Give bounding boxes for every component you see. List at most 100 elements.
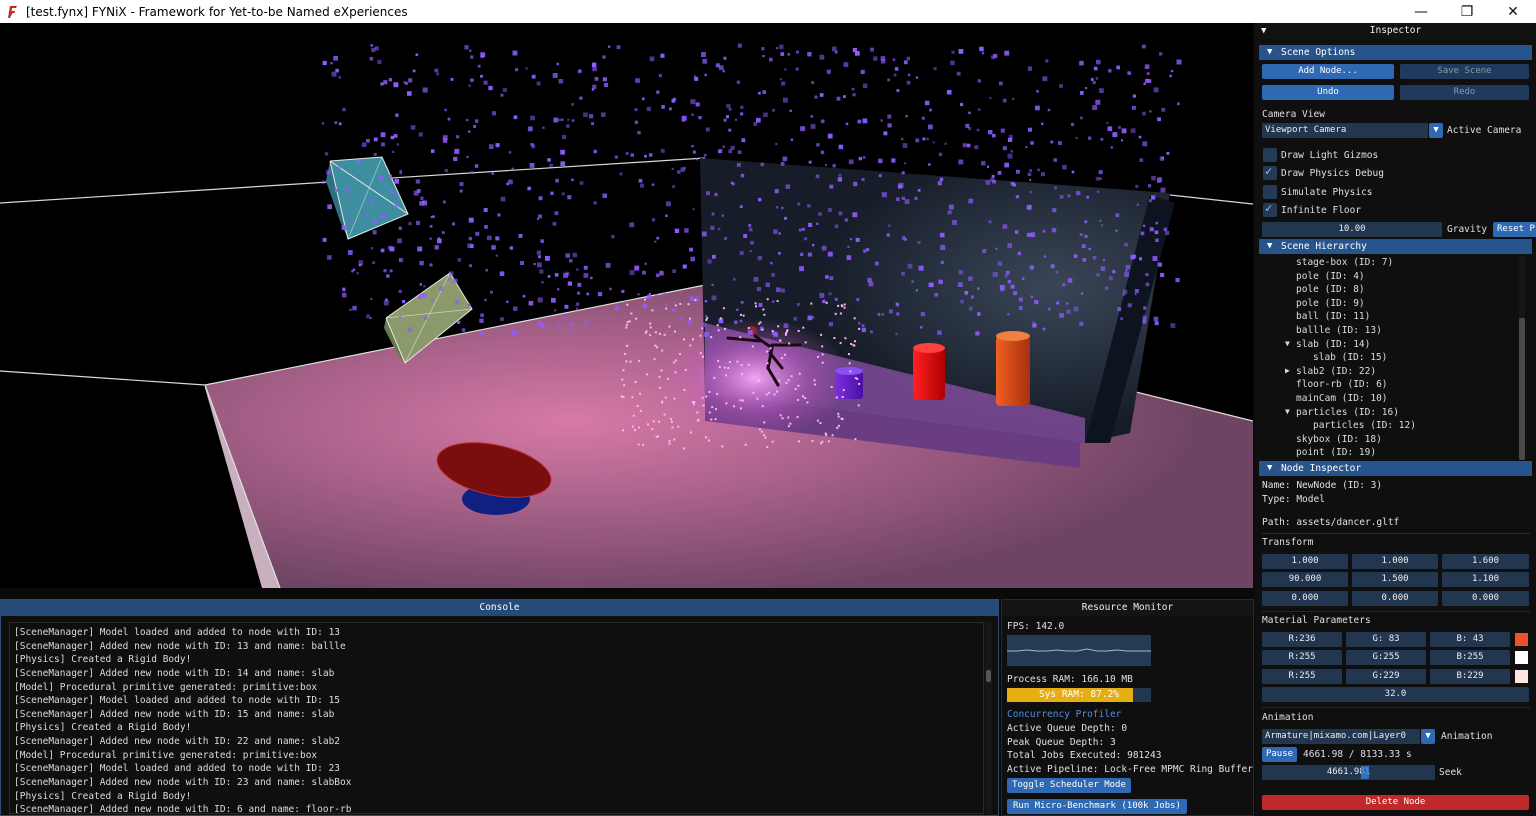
material-r-field[interactable]: R:255 — [1262, 669, 1342, 684]
particle — [373, 153, 377, 156]
hierarchy-scrollbar[interactable] — [1519, 256, 1525, 460]
shininess-field[interactable]: 32.0 — [1262, 687, 1529, 702]
add-node-button[interactable]: Add Node... — [1262, 64, 1394, 79]
infinite-floor-checkbox[interactable]: ✓ — [1263, 201, 1277, 217]
particle — [905, 115, 908, 118]
minimize-button[interactable]: — — [1398, 0, 1444, 23]
maximize-button[interactable]: ❐ — [1444, 0, 1490, 23]
scene-options-header[interactable]: ▼ Scene Options — [1259, 45, 1532, 60]
particle — [572, 252, 578, 258]
close-button[interactable]: ✕ — [1490, 0, 1536, 23]
animation-dropdown-arrow-icon[interactable]: ▼ — [1421, 729, 1435, 744]
particle — [1007, 153, 1013, 159]
hierarchy-item[interactable]: stage-box (ID: 7) — [1296, 257, 1393, 268]
console-log[interactable]: [SceneManager] Model loaded and added to… — [9, 622, 984, 814]
particle — [932, 141, 935, 144]
particle — [614, 155, 618, 159]
simulate-physics-checkbox[interactable] — [1263, 185, 1277, 199]
particle — [766, 350, 769, 353]
console-scrollbar[interactable] — [985, 622, 992, 814]
particle — [556, 323, 561, 328]
particle — [834, 297, 838, 301]
material-b-field[interactable]: B:229 — [1430, 669, 1510, 684]
hierarchy-item[interactable]: ball (ID: 11) — [1296, 311, 1370, 322]
save-scene-button[interactable]: Save Scene — [1400, 64, 1529, 79]
hierarchy-scrollbar-thumb[interactable] — [1519, 318, 1525, 460]
reset-physics-button[interactable]: Reset P — [1493, 222, 1536, 237]
particle — [536, 217, 540, 220]
gravity-field[interactable]: 10.00 — [1262, 222, 1442, 237]
material-g-field[interactable]: G:255 — [1346, 650, 1426, 665]
particle — [649, 334, 652, 337]
transform-field[interactable]: 1.000 — [1262, 554, 1348, 569]
material-r-field[interactable]: R:255 — [1262, 650, 1342, 665]
hierarchy-item[interactable]: pole (ID: 4) — [1296, 271, 1365, 282]
app-logo-icon — [6, 5, 18, 19]
transform-field[interactable]: 90.000 — [1262, 572, 1348, 587]
transform-field[interactable]: 1.600 — [1442, 554, 1529, 569]
run-benchmark-button[interactable]: Run Micro-Benchmark (100k Jobs) — [1007, 799, 1187, 814]
hierarchy-item[interactable]: mainCam (ID: 10) — [1296, 393, 1388, 404]
material-b-field[interactable]: B: 43 — [1430, 632, 1510, 647]
transform-field[interactable]: 1.000 — [1352, 554, 1438, 569]
hierarchy-item[interactable]: point (ID: 19) — [1296, 447, 1376, 458]
particle — [1102, 259, 1105, 262]
scene-hierarchy-header[interactable]: ▼ Scene Hierarchy — [1259, 239, 1532, 254]
transform-field[interactable]: 1.100 — [1442, 572, 1529, 587]
particle — [477, 64, 481, 68]
transform-field[interactable]: 0.000 — [1352, 591, 1438, 606]
particle — [981, 161, 986, 166]
tree-expanded-icon[interactable]: ▼ — [1285, 339, 1290, 348]
camera-select[interactable]: Viewport Camera — [1262, 123, 1428, 138]
particle — [648, 153, 653, 157]
undo-button[interactable]: Undo — [1262, 85, 1394, 100]
hierarchy-item[interactable]: pole (ID: 8) — [1296, 284, 1365, 295]
draw-physics-debug-checkbox[interactable]: ✓ — [1263, 164, 1277, 180]
particle — [783, 323, 789, 328]
hierarchy-item[interactable]: ▼ slab (ID: 14) — [1285, 339, 1370, 350]
material-r-field[interactable]: R:236 — [1262, 632, 1342, 647]
hierarchy-item[interactable]: skybox (ID: 18) — [1296, 434, 1382, 445]
toggle-scheduler-button[interactable]: Toggle Scheduler Mode — [1007, 778, 1131, 793]
hierarchy-item[interactable]: ▼ particles (ID: 16) — [1285, 407, 1399, 418]
scene-viewport[interactable] — [0, 23, 1253, 588]
redo-button[interactable]: Redo — [1400, 85, 1529, 100]
color-swatch[interactable] — [1515, 670, 1528, 683]
material-g-field[interactable]: G:229 — [1346, 669, 1426, 684]
hierarchy-item[interactable]: pole (ID: 9) — [1296, 298, 1365, 309]
pause-button[interactable]: Pause — [1262, 747, 1297, 762]
seek-slider-grab[interactable] — [1361, 766, 1369, 779]
draw-light-gizmos-checkbox[interactable] — [1263, 148, 1277, 162]
hierarchy-item[interactable]: floor-rb (ID: 6) — [1296, 379, 1388, 390]
animation-select[interactable]: Armature|mixamo.com|Layer0 — [1262, 729, 1420, 744]
tree-collapsed-icon[interactable]: ▶ — [1285, 366, 1290, 375]
particle — [705, 191, 710, 196]
particle — [423, 285, 426, 288]
transform-field[interactable]: 0.000 — [1442, 591, 1529, 606]
transform-field[interactable]: 1.500 — [1352, 572, 1438, 587]
seek-slider[interactable]: 4661.981 — [1262, 765, 1435, 780]
console-scrollbar-thumb[interactable] — [986, 670, 991, 682]
color-swatch[interactable] — [1515, 633, 1528, 646]
collapse-triangle-icon[interactable]: ▼ — [1261, 23, 1266, 39]
particle — [525, 67, 528, 70]
color-swatch[interactable] — [1515, 651, 1528, 664]
particle — [1059, 313, 1064, 318]
hierarchy-item[interactable]: slab (ID: 15) — [1313, 352, 1387, 363]
camera-dropdown-arrow-icon[interactable]: ▼ — [1429, 123, 1443, 138]
transform-field[interactable]: 0.000 — [1262, 591, 1348, 606]
particle — [1007, 137, 1013, 142]
hierarchy-item[interactable]: particles (ID: 12) — [1313, 420, 1416, 431]
inspector-title-bar[interactable]: ▼ Inspector — [1255, 23, 1536, 39]
tree-expanded-icon[interactable]: ▼ — [1285, 407, 1290, 416]
node-inspector-header[interactable]: ▼ Node Inspector — [1259, 461, 1532, 476]
material-b-field[interactable]: B:255 — [1430, 650, 1510, 665]
particle — [537, 297, 543, 303]
material-g-field[interactable]: G: 83 — [1346, 632, 1426, 647]
particle — [855, 51, 860, 56]
particle — [804, 237, 808, 241]
particle — [763, 421, 766, 424]
hierarchy-item[interactable]: ballle (ID: 13) — [1296, 325, 1382, 336]
delete-node-button[interactable]: Delete Node — [1262, 795, 1529, 810]
hierarchy-item[interactable]: ▶ slab2 (ID: 22) — [1285, 366, 1376, 377]
